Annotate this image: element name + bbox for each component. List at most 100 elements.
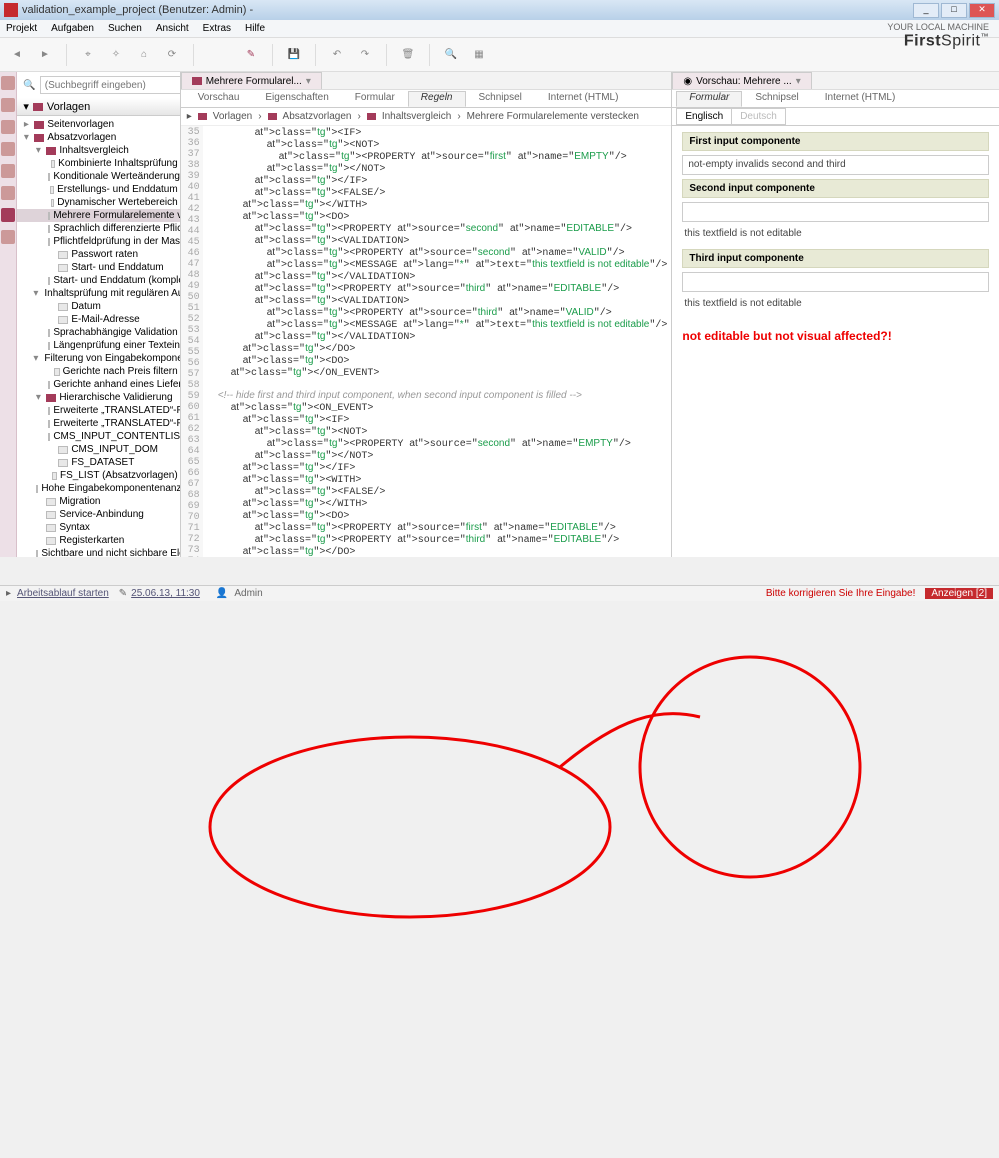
- close-button[interactable]: ✕: [969, 3, 995, 18]
- subtab-schnipsel[interactable]: Schnipsel: [466, 91, 535, 107]
- subtab-eigenschaften[interactable]: Eigenschaften: [252, 91, 341, 107]
- toolbar: ◄ ► ⌖ ✧ ⌂ ⟳ ✎ 💾 ↶ ↷ 🗑 🔍 ▦: [0, 38, 999, 72]
- rail-item[interactable]: [1, 142, 15, 156]
- rail-item[interactable]: [1, 164, 15, 178]
- menu-ansicht[interactable]: Ansicht: [156, 23, 189, 34]
- menu-projekt[interactable]: Projekt: [6, 23, 37, 34]
- back-button[interactable]: ◄: [6, 44, 28, 66]
- tree-item[interactable]: Dynamischer Wertebereich: [17, 196, 179, 209]
- lang-englisch[interactable]: Englisch: [676, 108, 732, 125]
- menu-hilfe[interactable]: Hilfe: [245, 23, 265, 34]
- tree-item[interactable]: Sichtbare und nicht sichbare Elem: [17, 547, 179, 557]
- folder-icon: [268, 113, 277, 120]
- tree-item[interactable]: E-Mail-Adresse: [17, 313, 179, 326]
- menu-suchen[interactable]: Suchen: [108, 23, 142, 34]
- tree[interactable]: ▸Seitenvorlagen▾Absatzvorlagen▾Inhaltsve…: [17, 116, 179, 557]
- folder-icon: [198, 113, 207, 120]
- rail-item[interactable]: [1, 98, 15, 112]
- code-editor[interactable]: at">class="tg"><IF> at">class="tg"><NOT>…: [203, 126, 672, 557]
- tree-item[interactable]: FS_DATASET: [17, 456, 179, 469]
- rail-item[interactable]: [1, 186, 15, 200]
- tree-item[interactable]: Längenprüfung einer Texteinga: [17, 339, 179, 352]
- rail-item[interactable]: [1, 76, 15, 90]
- tree-item[interactable]: Pflichtfeldprüfung in der Master: [17, 235, 179, 248]
- editor-panel: Mehrere Formularel... ▾ VorschauEigensch…: [181, 72, 673, 557]
- subtab-regeln[interactable]: Regeln: [408, 91, 466, 107]
- tree-item[interactable]: Kombinierte Inhaltsprüfung: [17, 157, 179, 170]
- locate-button[interactable]: ⌖: [77, 44, 99, 66]
- tree-item[interactable]: ▸Seitenvorlagen: [17, 118, 179, 131]
- window-titlebar: validation_example_project (Benutzer: Ad…: [0, 0, 999, 20]
- field2-input[interactable]: [682, 202, 989, 222]
- refresh-button[interactable]: ⟳: [161, 44, 183, 66]
- forward-button[interactable]: ►: [34, 44, 56, 66]
- rail-item[interactable]: [1, 120, 15, 134]
- status-date[interactable]: 25.06.13, 11:30: [131, 588, 200, 599]
- maximize-button[interactable]: □: [941, 3, 967, 18]
- tree-item[interactable]: Start- und Enddatum (komplex): [17, 274, 179, 287]
- tree-item[interactable]: FS_LIST (Absatzvorlagen): [17, 469, 179, 482]
- collapse-icon[interactable]: ▸: [187, 111, 192, 122]
- tree-item[interactable]: Start- und Enddatum: [17, 261, 179, 274]
- subtab-internet[interactable]: Internet (HTML): [812, 91, 909, 107]
- search-tool-button[interactable]: 🔍: [440, 44, 462, 66]
- menu-extras[interactable]: Extras: [203, 23, 231, 34]
- tree-item[interactable]: Datum: [17, 300, 179, 313]
- edit-button[interactable]: ✎: [240, 44, 262, 66]
- tree-item[interactable]: Migration: [17, 495, 179, 508]
- tree-item[interactable]: Passwort raten: [17, 248, 179, 261]
- subtab-formular[interactable]: Formular: [342, 91, 408, 107]
- undo-button[interactable]: ↶: [326, 44, 348, 66]
- tree-item[interactable]: Registerkarten: [17, 534, 179, 547]
- tree-item[interactable]: CMS_INPUT_CONTENTLIST (…: [17, 430, 179, 443]
- minimize-button[interactable]: _: [913, 3, 939, 18]
- bookmark-button[interactable]: ✧: [105, 44, 127, 66]
- tree-item[interactable]: Hohe Eingabekomponentenanzah: [17, 482, 179, 495]
- tree-item[interactable]: Erweiterte „TRANSLATED“-Prü: [17, 404, 179, 417]
- tree-item[interactable]: Sprachabhängige Validation: [17, 326, 179, 339]
- preview-tab[interactable]: ◉ Vorschau: Mehrere ... ▾: [672, 72, 811, 89]
- tree-item[interactable]: Erweiterte „TRANSLATED“-Prü: [17, 417, 179, 430]
- folder-icon: [367, 113, 376, 120]
- search-input[interactable]: [40, 76, 181, 94]
- menu-aufgaben[interactable]: Aufgaben: [51, 23, 94, 34]
- tree-item[interactable]: Gerichte anhand eines Lieferar: [17, 378, 179, 391]
- folder-icon: [33, 103, 43, 111]
- lang-tabs: Englisch Deutsch: [672, 108, 999, 126]
- subtab-internet (html)[interactable]: Internet (HTML): [535, 91, 632, 107]
- status-badge[interactable]: Anzeigen [2]: [925, 588, 993, 599]
- ext-button[interactable]: ▦: [468, 44, 490, 66]
- field3-input[interactable]: [682, 272, 989, 292]
- tree-item[interactable]: Service-Anbindung: [17, 508, 179, 521]
- rail-item[interactable]: [1, 208, 15, 222]
- file-tab[interactable]: Mehrere Formularel... ▾: [181, 72, 322, 89]
- tree-item[interactable]: Konditionale Werteänderung: [17, 170, 179, 183]
- tree-item[interactable]: Syntax: [17, 521, 179, 534]
- tree-item[interactable]: ▾Hierarchische Validierung: [17, 391, 179, 404]
- field1-input[interactable]: not-empty invalids second and third: [682, 155, 989, 175]
- workflow-link[interactable]: Arbeitsablauf starten: [17, 588, 109, 599]
- lang-deutsch[interactable]: Deutsch: [732, 108, 786, 125]
- tree-item[interactable]: CMS_INPUT_DOM: [17, 443, 179, 456]
- tree-item[interactable]: Erstellungs- und Enddatum: [17, 183, 179, 196]
- tree-item[interactable]: ▾Inhaltsvergleich: [17, 144, 179, 157]
- rail-item[interactable]: [1, 230, 15, 244]
- save-button[interactable]: 💾: [283, 44, 305, 66]
- tree-item[interactable]: Mehrere Formularelemente ve: [17, 209, 179, 222]
- chevron-down-icon[interactable]: ▾: [306, 76, 311, 87]
- tree-item[interactable]: ▾Inhaltsprüfung mit regulären Ausd: [17, 287, 179, 300]
- tree-item[interactable]: ▾Filterung von Eingabekomponente: [17, 352, 179, 365]
- subtab-formular[interactable]: Formular: [676, 91, 742, 107]
- tree-item[interactable]: Sprachlich differenzierte Pflicht: [17, 222, 179, 235]
- subtab-vorschau[interactable]: Vorschau: [185, 91, 253, 107]
- sidebar-header[interactable]: ▾ Vorlagen: [17, 98, 179, 116]
- tree-item[interactable]: ▾Absatzvorlagen: [17, 131, 179, 144]
- preview-panel: ◉ Vorschau: Mehrere ... ▾ Formular Schni…: [672, 72, 999, 557]
- annotation-text: not editable but not visual affected?!: [682, 329, 989, 343]
- delete-button[interactable]: 🗑: [397, 44, 419, 66]
- tree-item[interactable]: Gerichte nach Preis filtern: [17, 365, 179, 378]
- redo-button[interactable]: ↷: [354, 44, 376, 66]
- subtab-schnipsel[interactable]: Schnipsel: [742, 91, 811, 107]
- chevron-down-icon[interactable]: ▾: [796, 76, 801, 87]
- home-button[interactable]: ⌂: [133, 44, 155, 66]
